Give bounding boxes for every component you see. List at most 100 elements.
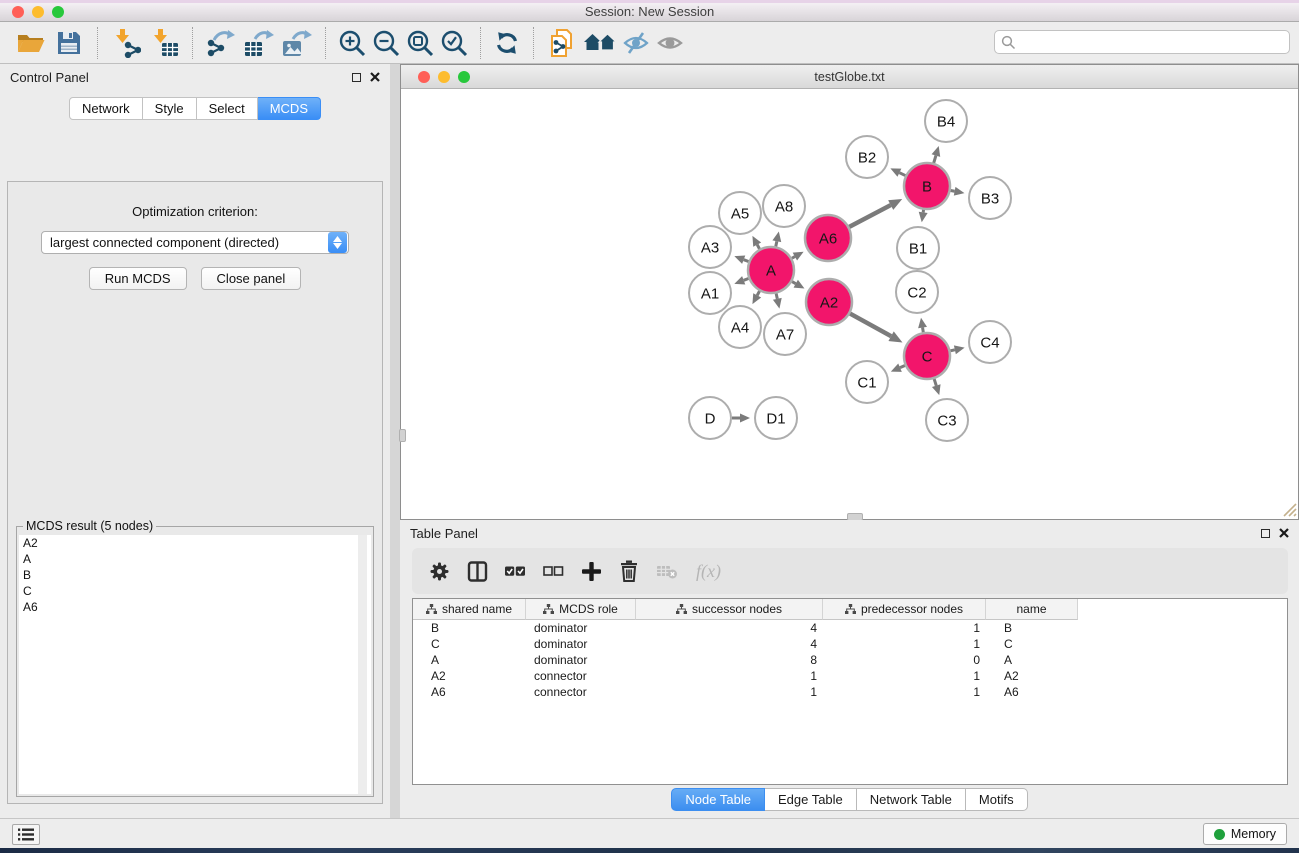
close-panel-icon[interactable] (370, 72, 380, 82)
import-table-button[interactable] (145, 26, 183, 60)
graph-edge[interactable] (744, 260, 749, 262)
select-all-columns-button[interactable] (498, 556, 532, 586)
table-row[interactable]: Cdominator41C (413, 636, 1287, 652)
graph-edge[interactable] (899, 173, 905, 176)
network-canvas[interactable]: B4B2BB3B1A5A8A6A3AA1A2A4A7C2C4CC1C3DD1 (401, 89, 1298, 518)
graph-edge[interactable] (850, 314, 891, 337)
table-row[interactable]: A6connector11A6 (413, 684, 1287, 700)
table-cell: 8 (636, 652, 823, 668)
table-row[interactable]: Adominator80A (413, 652, 1287, 668)
gear-icon (429, 561, 450, 582)
table-cell: A (413, 652, 526, 668)
refresh-view-button[interactable] (490, 26, 524, 60)
mcds-result-item[interactable]: A2 (19, 535, 371, 551)
show-columns-button[interactable] (460, 556, 494, 586)
result-scrollbar[interactable] (358, 535, 367, 794)
select-stepper-icon (328, 232, 347, 253)
table-cell: C (413, 636, 526, 652)
export-table-button[interactable] (240, 26, 278, 60)
graph-edge[interactable] (744, 278, 749, 280)
table-cell: dominator (526, 636, 636, 652)
close-panel-button[interactable]: Close panel (201, 267, 302, 290)
vertical-splitter-handle[interactable] (399, 429, 406, 442)
run-mcds-button[interactable]: Run MCDS (89, 267, 187, 290)
float-panel-icon[interactable] (352, 73, 361, 82)
column-header-successor-nodes[interactable]: successor nodes (636, 599, 823, 620)
search-field[interactable] (994, 30, 1290, 54)
table-row[interactable]: A2connector11A2 (413, 668, 1287, 684)
clone-network-button[interactable] (543, 26, 581, 60)
graph-edge[interactable] (757, 291, 759, 295)
maximize-window-button[interactable] (52, 6, 64, 18)
zoom-in-button[interactable] (335, 26, 369, 60)
graph-edge[interactable] (950, 350, 954, 351)
tab-mcds[interactable]: MCDS (258, 97, 321, 120)
graph-edge[interactable] (849, 205, 890, 227)
tab-node-table[interactable]: Node Table (671, 788, 765, 811)
table-row[interactable]: Bdominator41B (413, 620, 1287, 636)
graph-edge[interactable] (792, 257, 795, 259)
resize-grip-icon[interactable] (1278, 498, 1298, 518)
import-network-button[interactable] (107, 26, 145, 60)
toolbar-separator (533, 27, 534, 59)
graph-edge[interactable] (757, 245, 759, 249)
graph-node-label: B1 (909, 241, 927, 258)
status-bar: Memory (0, 818, 1299, 848)
show-panels-button[interactable] (653, 26, 687, 60)
graph-edge[interactable] (900, 366, 905, 368)
maximize-network-window-button[interactable] (458, 71, 470, 83)
table-cell: 1 (823, 620, 986, 636)
memory-button[interactable]: Memory (1203, 823, 1287, 845)
tab-network-table[interactable]: Network Table (857, 788, 966, 811)
minimize-network-window-button[interactable] (438, 71, 450, 83)
hide-panels-button[interactable] (619, 26, 653, 60)
criterion-select[interactable]: largest connected component (directed) (41, 231, 349, 254)
graph-edge[interactable] (951, 190, 955, 191)
open-session-button[interactable] (12, 26, 50, 60)
tab-network[interactable]: Network (69, 97, 143, 120)
graph-edge[interactable] (792, 282, 796, 284)
search-input[interactable] (1016, 33, 1289, 51)
create-column-button[interactable] (574, 556, 608, 586)
column-header-predecessor-nodes[interactable]: predecessor nodes (823, 599, 986, 620)
column-header-shared-name[interactable]: shared name (413, 599, 526, 620)
export-network-button[interactable] (202, 26, 240, 60)
graph-edge[interactable] (776, 293, 777, 298)
column-header-name[interactable]: name (986, 599, 1078, 620)
export-image-button[interactable] (278, 26, 316, 60)
close-table-panel-icon[interactable] (1279, 528, 1289, 538)
table-options-button[interactable] (422, 556, 456, 586)
tab-select[interactable]: Select (197, 97, 258, 120)
zoom-out-button[interactable] (369, 26, 403, 60)
column-header-MCDS-role[interactable]: MCDS role (526, 599, 636, 620)
graph-node-label: A5 (731, 206, 749, 223)
graph-edge[interactable] (776, 241, 777, 246)
mcds-result-item[interactable]: B (19, 567, 371, 583)
graph-edge[interactable] (934, 379, 936, 386)
graph-node-label: B3 (981, 191, 999, 208)
save-session-button[interactable] (50, 26, 88, 60)
graph-node-label: A3 (701, 240, 719, 257)
zoom-selected-button[interactable] (437, 26, 471, 60)
tab-motifs[interactable]: Motifs (966, 788, 1028, 811)
zoom-fit-button[interactable] (403, 26, 437, 60)
graph-edge-arrowhead (932, 146, 941, 157)
mcds-result-item[interactable]: C (19, 583, 371, 599)
nested-networks-button[interactable] (581, 26, 619, 60)
graph-edge[interactable] (923, 328, 924, 333)
minimize-window-button[interactable] (32, 6, 44, 18)
tab-style[interactable]: Style (143, 97, 197, 120)
task-history-button[interactable] (12, 824, 40, 845)
tab-edge-table[interactable]: Edge Table (765, 788, 857, 811)
close-network-window-button[interactable] (418, 71, 430, 83)
mcds-result-item[interactable]: A6 (19, 599, 371, 615)
mcds-result-item[interactable]: A (19, 551, 371, 567)
graph-edge[interactable] (934, 156, 936, 163)
graph-edge-arrowhead (919, 212, 928, 223)
close-window-button[interactable] (12, 6, 24, 18)
delete-table-button[interactable] (650, 556, 684, 586)
unselect-all-columns-button[interactable] (536, 556, 570, 586)
delete-column-button[interactable] (612, 556, 646, 586)
float-table-panel-icon[interactable] (1261, 529, 1270, 538)
function-builder-button[interactable]: f(x) (688, 556, 727, 586)
